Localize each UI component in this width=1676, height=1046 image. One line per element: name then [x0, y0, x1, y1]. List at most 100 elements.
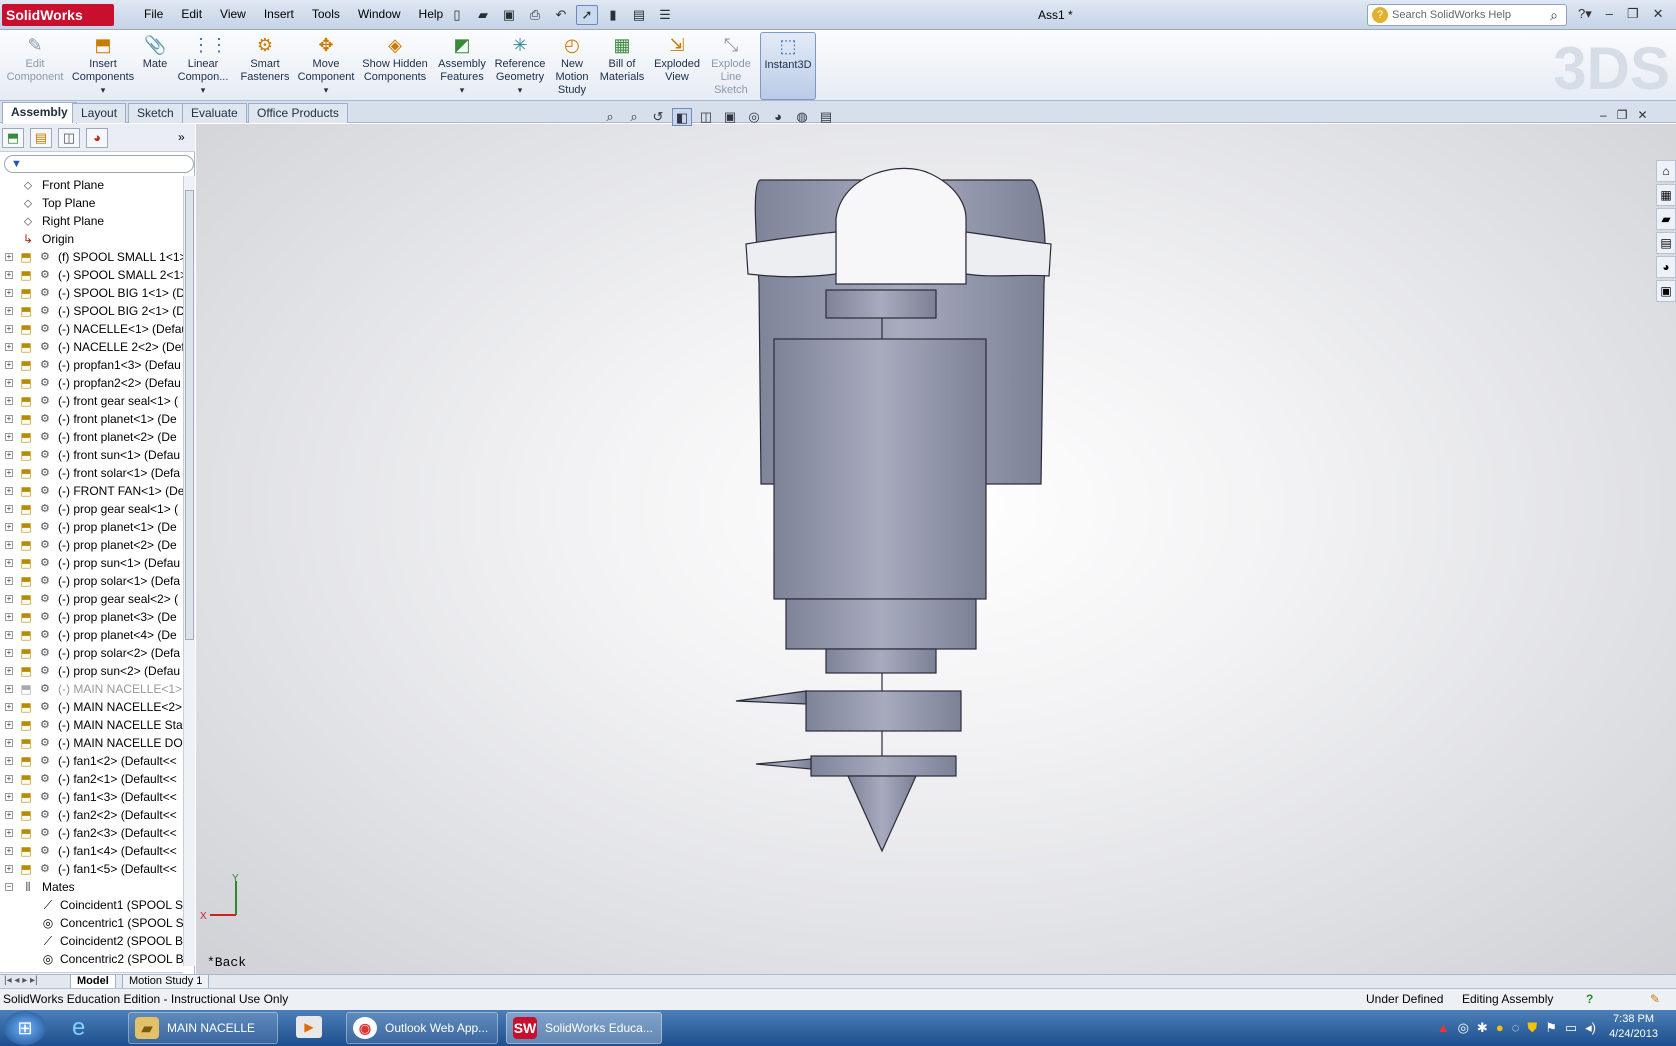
- viewport-close-icon[interactable]: ✕: [1637, 108, 1647, 122]
- tree-component[interactable]: + ⬒ ⚙ (-) fan1<4> (Default<<: [0, 842, 183, 860]
- status-help-icon[interactable]: ?: [1586, 989, 1593, 1009]
- dropdown-arrow-icon[interactable]: ▾: [494, 84, 546, 97]
- edit-appearance-icon[interactable]: ◕: [768, 108, 788, 126]
- bluetooth-icon[interactable]: ✱: [1477, 1020, 1488, 1036]
- zoom-to-area-icon[interactable]: ⌕: [624, 108, 644, 126]
- undo-icon[interactable]: ↶: [550, 5, 572, 25]
- property-manager-icon[interactable]: ▤: [30, 128, 52, 148]
- messenger-icon[interactable]: ◌: [1512, 1020, 1520, 1036]
- tree-component[interactable]: + ⬒ ⚙ (-) prop gear seal<1> (: [0, 500, 183, 518]
- previous-view-icon[interactable]: ↺: [648, 108, 668, 126]
- restore-icon[interactable]: ❐: [1627, 6, 1639, 22]
- smart-fasteners-button[interactable]: ⚙ Smart Fasteners: [238, 32, 292, 100]
- graphics-viewport[interactable]: [196, 124, 1676, 976]
- expand-toggle-icon[interactable]: +: [5, 469, 13, 477]
- file-explorer-icon[interactable]: ▰: [1656, 208, 1676, 230]
- tree-component[interactable]: + ⬒ ⚙ (-) fan1<5> (Default<<: [0, 860, 183, 878]
- tree-component[interactable]: + ⬒ ⚙ (f) SPOOL SMALL 1<1>: [0, 248, 183, 266]
- dropdown-arrow-icon[interactable]: ▾: [70, 84, 136, 97]
- assembly-features-button[interactable]: ◩ Assembly Features ▾: [434, 32, 490, 100]
- display-style-icon[interactable]: ▣: [720, 108, 740, 126]
- tree-component[interactable]: + ⬒ ⚙ (-) front planet<2> (De: [0, 428, 183, 446]
- help-search-input[interactable]: ? Search SolidWorks Help ⌕: [1367, 4, 1567, 26]
- security-shield-icon[interactable]: ⛊: [1527, 1020, 1537, 1036]
- reference-geometry-button[interactable]: ✳ Reference Geometry ▾: [494, 32, 546, 100]
- tree-component[interactable]: + ⬒ ⚙ (-) MAIN NACELLE<2> (: [0, 698, 183, 716]
- bill-of-materials-button[interactable]: ▦ Bill of Materials: [596, 32, 648, 100]
- tree-component[interactable]: + ⬒ ⚙ (-) fan1<2> (Default<<: [0, 752, 183, 770]
- hide-show-items-icon[interactable]: ◎: [744, 108, 764, 126]
- tree-mates-folder[interactable]: − ⦀ Mates: [0, 878, 183, 896]
- tree-component[interactable]: + ⬒ ⚙ (-) fan2<2> (Default<<: [0, 806, 183, 824]
- assembly-model[interactable]: [196, 124, 1676, 976]
- zoom-to-fit-icon[interactable]: ⌕: [600, 108, 620, 126]
- edit-component-button[interactable]: ✎ Edit Component: [4, 32, 66, 100]
- tab-model[interactable]: Model: [70, 975, 116, 989]
- view-settings-icon[interactable]: ▤: [816, 108, 836, 126]
- system-clock[interactable]: 7:38 PM 4/24/2013: [1609, 1012, 1658, 1042]
- dropdown-arrow-icon[interactable]: ▾: [174, 84, 232, 97]
- tab-evaluate[interactable]: Evaluate: [182, 103, 247, 123]
- instant3d-button[interactable]: ⬚ Instant3D: [760, 32, 816, 100]
- scrollbar-thumb[interactable]: [185, 190, 194, 640]
- expand-toggle-icon[interactable]: +: [5, 307, 13, 315]
- tree-component[interactable]: + ⬒ ⚙ (-) front gear seal<1> (: [0, 392, 183, 410]
- new-motion-study-button[interactable]: ◴ New Motion Study: [552, 32, 592, 100]
- tree-component[interactable]: + ⬒ ⚙ (-) FRONT FAN<1> (De: [0, 482, 183, 500]
- menu-insert[interactable]: Insert: [255, 7, 303, 21]
- tree-component[interactable]: + ⬒ ⚙ (-) SPOOL SMALL 2<1>: [0, 266, 183, 284]
- tree-vertical-scrollbar[interactable]: [183, 176, 195, 966]
- tree-component[interactable]: + ⬒ ⚙ (-) prop planet<2> (De: [0, 536, 183, 554]
- tab-layout[interactable]: Layout: [72, 103, 127, 123]
- tree-component[interactable]: + ⬒ ⚙ (-) front planet<1> (De: [0, 410, 183, 428]
- options-icon[interactable]: ☰: [654, 5, 676, 25]
- flag-icon[interactable]: ⚑: [1545, 1020, 1557, 1036]
- tree-component[interactable]: + ⬒ ⚙ (-) prop planet<3> (De: [0, 608, 183, 626]
- search-icon[interactable]: ⌕: [1550, 5, 1558, 25]
- collapse-toggle-icon[interactable]: −: [5, 883, 13, 891]
- start-button-icon[interactable]: ⊞: [4, 1011, 46, 1045]
- mate-button[interactable]: 📎 Mate: [140, 32, 170, 100]
- minimize-icon[interactable]: –: [1606, 6, 1613, 22]
- viewport-restore-icon[interactable]: ❐: [1617, 108, 1628, 122]
- expand-toggle-icon[interactable]: +: [5, 487, 13, 495]
- tree-component[interactable]: + ⬒ ⚙ (-) NACELLE<1> (Defau: [0, 320, 183, 338]
- expand-toggle-icon[interactable]: +: [5, 793, 13, 801]
- help-dropdown-icon[interactable]: ?▾: [1578, 6, 1592, 22]
- expand-toggle-icon[interactable]: +: [5, 397, 13, 405]
- menu-view[interactable]: View: [211, 7, 255, 21]
- select-pointer-icon[interactable]: ➚: [576, 5, 598, 25]
- expand-toggle-icon[interactable]: +: [5, 829, 13, 837]
- expand-toggle-icon[interactable]: +: [5, 559, 13, 567]
- open-folder-icon[interactable]: ▰: [472, 5, 494, 25]
- tree-component[interactable]: + ⬒ ⚙ (-) fan2<3> (Default<<: [0, 824, 183, 842]
- tree-plane[interactable]: ⬦ Front Plane: [0, 176, 183, 194]
- menu-edit[interactable]: Edit: [172, 7, 211, 21]
- new-document-icon[interactable]: ▯: [446, 5, 468, 25]
- expand-toggle-icon[interactable]: +: [5, 361, 13, 369]
- show-hidden-components-button[interactable]: ◈ Show Hidden Components: [362, 32, 428, 100]
- internet-explorer-icon[interactable]: e: [72, 1014, 85, 1042]
- view-orientation-icon[interactable]: ◫: [696, 108, 716, 126]
- menu-file[interactable]: File: [135, 7, 172, 21]
- expand-toggle-icon[interactable]: +: [5, 847, 13, 855]
- tree-component[interactable]: + ⬒ ⚙ (-) propfan1<3> (Defau: [0, 356, 183, 374]
- tree-component[interactable]: + ⬒ ⚙ (-) NACELLE 2<2> (Def: [0, 338, 183, 356]
- tree-component[interactable]: + ⬒ ⚙ (-) SPOOL BIG 1<1> (D: [0, 284, 183, 302]
- expand-toggle-icon[interactable]: +: [5, 253, 13, 261]
- expand-toggle-icon[interactable]: +: [5, 703, 13, 711]
- expand-toggle-icon[interactable]: +: [5, 577, 13, 585]
- tree-plane[interactable]: ⬦ Top Plane: [0, 194, 183, 212]
- media-player-icon[interactable]: ▶: [296, 1016, 322, 1038]
- acrobat-icon[interactable]: ▲: [1437, 1020, 1450, 1036]
- tree-component[interactable]: + ⬒ ⚙ (-) MAIN NACELLE<1> (D: [0, 680, 183, 698]
- expand-toggle-icon[interactable]: +: [5, 757, 13, 765]
- expand-toggle-icon[interactable]: +: [5, 811, 13, 819]
- expand-toggle-icon[interactable]: +: [5, 775, 13, 783]
- expand-toggle-icon[interactable]: +: [5, 415, 13, 423]
- section-view-icon[interactable]: ◧: [672, 108, 692, 126]
- tree-component[interactable]: + ⬒ ⚙ (-) prop sun<2> (Defau: [0, 662, 183, 680]
- dropdown-arrow-icon[interactable]: ▾: [434, 84, 490, 97]
- expand-toggle-icon[interactable]: +: [5, 721, 13, 729]
- expand-toggle-icon[interactable]: +: [5, 649, 13, 657]
